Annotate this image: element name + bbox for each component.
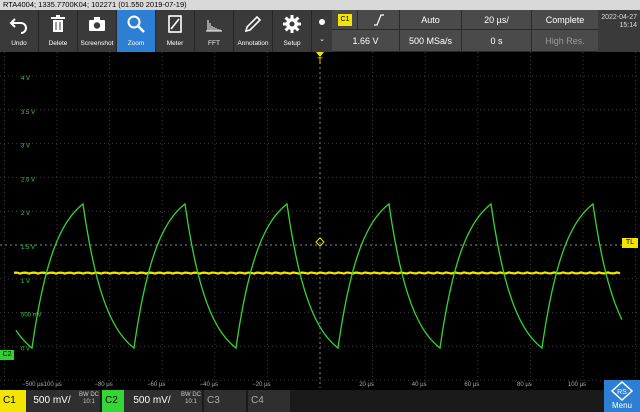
meter-label: Meter <box>166 40 184 47</box>
acquisition-state-cell[interactable]: Complete <box>532 10 598 30</box>
delete-label: Delete <box>48 40 68 47</box>
time-scale-cell[interactable]: 20 µs/ <box>462 10 532 30</box>
camera-icon <box>89 17 105 31</box>
channel-c1-coupling[interactable]: BW DC 10:1 <box>78 390 100 412</box>
c2-trace <box>15 202 623 350</box>
menu-button[interactable]: RS Menu <box>604 380 640 412</box>
rising-edge-icon <box>373 14 384 26</box>
channel-bar: C1 500 mV/ BW DC 10:1 C2 500 mV/ BW DC 1… <box>0 390 640 412</box>
datetime-display: 2022-04-27 15:14 <box>598 10 640 52</box>
meter-icon <box>168 15 182 33</box>
channel-c3-tab[interactable]: C3 <box>204 390 246 412</box>
y-tick-label: 2.5 V <box>21 177 35 183</box>
horizontal-position-cell[interactable]: 0 s <box>462 30 532 52</box>
date-text: 2022-04-27 <box>601 14 637 21</box>
toolbar-dot-icon <box>319 19 325 26</box>
chevron-down-icon: ⌄ <box>319 35 325 43</box>
x-tick-label: 20 µs <box>359 382 374 388</box>
sample-rate-cell[interactable]: 500 MSa/s <box>400 30 462 52</box>
x-tick-label: 100 µs <box>568 382 586 388</box>
screenshot-label: Screenshot <box>80 40 114 47</box>
rohde-schwarz-logo: RS <box>611 381 633 401</box>
trash-icon <box>51 15 65 32</box>
channel-c2-coupling-top: BW DC <box>181 392 201 398</box>
x-tick-label: −60 µs <box>147 382 165 388</box>
instrument-titlebar: RTA4004; 1335.7700K04; 102271 (01.550 20… <box>0 0 640 10</box>
y-tick-label: 1 V <box>21 279 30 285</box>
trigger-level-cell[interactable]: 1.66 V <box>332 30 400 52</box>
trigger-source-cell[interactable]: C1 <box>332 10 358 30</box>
main-toolbar: Undo Delete Screenshot Zoom Meter FFT An… <box>0 10 332 52</box>
fft-button[interactable]: FFT <box>195 10 234 52</box>
x-left-edge-label: −500 µs <box>22 382 44 388</box>
x-tick-label: −80 µs <box>94 382 112 388</box>
undo-button[interactable]: Undo <box>0 10 39 52</box>
channel-c2-scale[interactable]: 500 mV/ <box>124 390 180 412</box>
x-tick-label: 40 µs <box>412 382 427 388</box>
fft-label: FFT <box>208 40 220 47</box>
channel-c2-probe-ratio: 10:1 <box>185 399 197 405</box>
trigger-mode-cell[interactable]: Auto <box>400 10 462 30</box>
annotation-button[interactable]: Annotation <box>234 10 273 52</box>
trigger-slope-cell[interactable] <box>358 10 400 30</box>
screenshot-button[interactable]: Screenshot <box>78 10 117 52</box>
time-text: 15:14 <box>619 22 637 29</box>
zoom-label: Zoom <box>127 40 145 47</box>
channel-c2-tab[interactable]: C2 <box>102 390 124 412</box>
x-tick-label: 80 µs <box>517 382 532 388</box>
y-tick-label: 3.5 V <box>21 110 35 116</box>
channel-c4-tab[interactable]: C4 <box>248 390 290 412</box>
channel-c1-tab[interactable]: C1 <box>0 390 26 412</box>
toolbar-expander[interactable]: ⌄ <box>312 10 332 52</box>
setup-button[interactable]: Setup <box>273 10 312 52</box>
gear-icon <box>283 15 301 33</box>
channel-c1-coupling-top: BW DC <box>79 392 99 398</box>
x-tick-label: 60 µs <box>464 382 479 388</box>
setup-label: Setup <box>283 40 301 47</box>
y-tick-label: 2 V <box>21 211 30 217</box>
annotation-label: Annotation <box>237 40 269 47</box>
zoom-icon <box>127 15 145 33</box>
y-tick-label: 1.5 V <box>21 245 35 251</box>
c1-trace <box>13 271 621 275</box>
y-tick-label: 3 V <box>21 144 30 150</box>
fft-icon <box>206 20 222 32</box>
acquisition-mode-cell[interactable]: High Res. <box>532 30 598 52</box>
c2-offset-marker[interactable]: C2 <box>0 350 14 360</box>
acquisition-settings-panel: C1 Auto 20 µs/ Complete 1.66 V 500 MSa/s… <box>332 10 598 52</box>
y-tick-label: 0 V <box>21 346 30 352</box>
waveform-grid[interactable]: 4 V3.5 V3 V2.5 V2 V1.5 V1 V500 mV0 V −10… <box>0 52 640 388</box>
x-tick-label: −20 µs <box>252 382 270 388</box>
x-axis-labels: −100 µs −80 µs −60 µs −40 µs −20 µs 20 µs 40 µ… <box>22 382 586 388</box>
menu-label: Menu <box>611 401 632 410</box>
zoom-button[interactable]: Zoom <box>117 10 156 52</box>
delete-button[interactable]: Delete <box>39 10 78 52</box>
undo-icon <box>9 18 27 34</box>
y-tick-label: 4 V <box>21 76 30 82</box>
pencil-icon <box>244 15 262 33</box>
channel-c2-coupling[interactable]: BW DC 10:1 <box>180 390 202 412</box>
trigger-source-badge: C1 <box>338 14 352 26</box>
trigger-position-marker: T <box>317 56 323 66</box>
trigger-level-marker[interactable]: TL <box>622 238 638 248</box>
channel-c1-probe-ratio: 10:1 <box>83 399 95 405</box>
meter-button[interactable]: Meter <box>156 10 195 52</box>
svg-text:RS: RS <box>617 389 627 396</box>
undo-label: Undo <box>11 40 27 47</box>
y-tick-label: 500 mV <box>21 313 42 319</box>
channel-c1-scale[interactable]: 500 mV/ <box>26 390 78 412</box>
x-tick-label: −40 µs <box>200 382 218 388</box>
